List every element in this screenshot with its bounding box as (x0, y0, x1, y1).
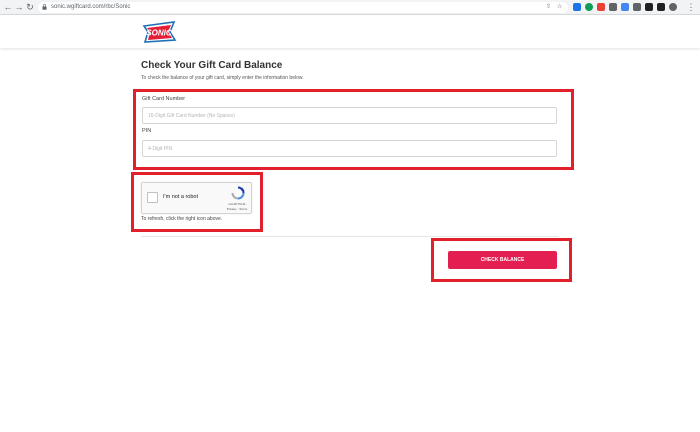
page-subtitle: To check the balance of your gift card, … (141, 75, 304, 81)
extension-icon[interactable] (609, 3, 617, 11)
sonic-logo[interactable]: SONIC (140, 20, 178, 44)
share-icon[interactable]: ⇧ (546, 3, 551, 12)
star-icon[interactable]: ☆ (557, 3, 562, 12)
svg-text:SONIC: SONIC (146, 29, 172, 38)
menu-dots-icon[interactable]: ⋮ (686, 2, 696, 12)
form-divider (141, 236, 559, 237)
puzzle-icon[interactable] (645, 3, 653, 11)
extension-icon[interactable] (621, 3, 629, 11)
highlight-form-fields (133, 89, 574, 170)
extension-icon[interactable] (597, 3, 605, 11)
forward-arrow-icon[interactable]: → (14, 2, 24, 12)
sidebar-icon[interactable] (657, 3, 665, 11)
extension-icon[interactable] (573, 3, 581, 11)
lock-icon (42, 4, 47, 10)
reload-icon[interactable]: ↻ (25, 2, 35, 12)
page-title: Check Your Gift Card Balance (141, 60, 283, 71)
highlight-check-balance (431, 238, 572, 282)
back-arrow-icon[interactable]: ← (3, 2, 13, 12)
profile-avatar-icon[interactable] (669, 3, 677, 11)
highlight-captcha (131, 172, 263, 232)
url-text[interactable]: sonic.wgiftcard.com/rbc/Sonic (51, 3, 130, 12)
extension-icon[interactable] (633, 3, 641, 11)
extension-icon[interactable] (585, 3, 593, 11)
address-bar[interactable]: sonic.wgiftcard.com/rbc/Sonic ⇧ ☆ (38, 2, 568, 13)
site-header: SONIC (0, 15, 700, 48)
browser-toolbar: ← → ↻ sonic.wgiftcard.com/rbc/Sonic ⇧ ☆ … (0, 0, 700, 15)
